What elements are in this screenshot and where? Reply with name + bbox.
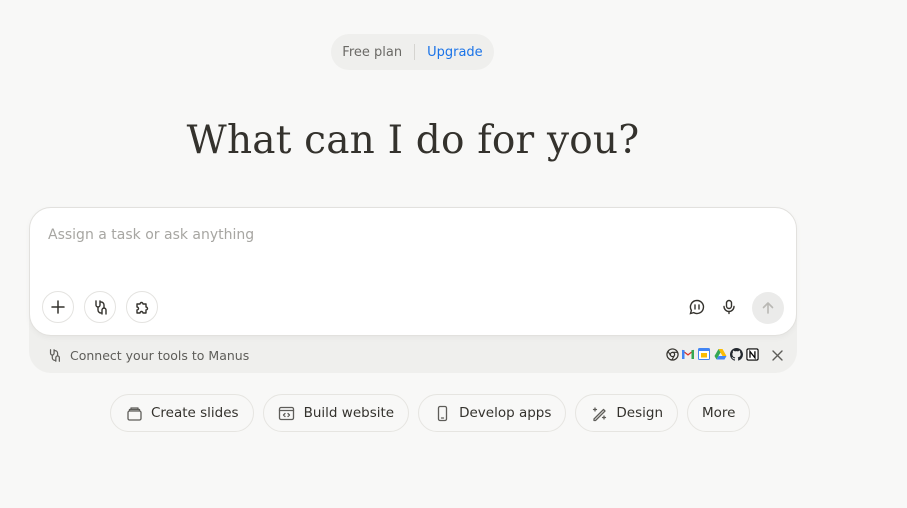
design-button[interactable]: Design — [575, 394, 679, 432]
connector-icon — [94, 299, 107, 315]
design-label: Design — [616, 405, 664, 421]
connect-tools-link[interactable]: Connect your tools to Manus — [70, 348, 249, 363]
phone-icon — [433, 404, 451, 422]
chat-mode-icon — [689, 299, 705, 315]
arrow-up-icon — [762, 302, 774, 314]
design-icon — [590, 404, 608, 422]
build-website-label: Build website — [303, 405, 395, 421]
google-drive-icon — [713, 347, 727, 361]
notion-icon — [745, 347, 759, 361]
build-website-button[interactable]: Build website — [262, 394, 410, 432]
voice-input-button[interactable] — [714, 292, 744, 322]
page-title: What can I do for you? — [186, 118, 640, 163]
app-icons — [665, 347, 759, 361]
slides-icon — [125, 404, 143, 422]
composer-card — [29, 207, 797, 336]
quick-actions: Create slides Build website Develop apps… — [110, 394, 751, 432]
gmail-icon — [681, 347, 695, 361]
send-button[interactable] — [752, 292, 784, 324]
upgrade-link[interactable]: Upgrade — [415, 45, 483, 60]
chat-mode-button[interactable] — [682, 292, 712, 322]
connect-tools-bar: Connect your tools to Manus — [47, 341, 787, 369]
develop-apps-label: Develop apps — [459, 405, 552, 421]
add-button[interactable] — [42, 291, 74, 323]
create-slides-button[interactable]: Create slides — [110, 394, 254, 432]
task-input[interactable] — [46, 222, 780, 248]
more-button[interactable]: More — [687, 394, 751, 432]
connector-icon — [49, 348, 60, 362]
page: Free plan Upgrade What can I do for you? — [0, 0, 907, 508]
close-icon — [771, 349, 783, 361]
microphone-icon — [723, 299, 735, 315]
website-icon — [278, 404, 296, 422]
current-plan-label: Free plan — [342, 44, 403, 60]
google-calendar-icon — [697, 347, 711, 361]
more-label: More — [702, 405, 736, 421]
plan-pill: Free plan Upgrade — [331, 34, 494, 70]
develop-apps-button[interactable]: Develop apps — [418, 394, 567, 432]
composer-panel: Connect your tools to Manus — [29, 207, 797, 373]
github-icon — [729, 347, 743, 361]
connectors-button[interactable] — [84, 291, 116, 323]
close-connect-button[interactable] — [767, 345, 787, 365]
plus-icon — [51, 300, 65, 314]
chrome-icon — [665, 347, 679, 361]
puzzle-icon — [135, 301, 148, 314]
plugins-button[interactable] — [126, 291, 158, 323]
create-slides-label: Create slides — [151, 405, 239, 421]
